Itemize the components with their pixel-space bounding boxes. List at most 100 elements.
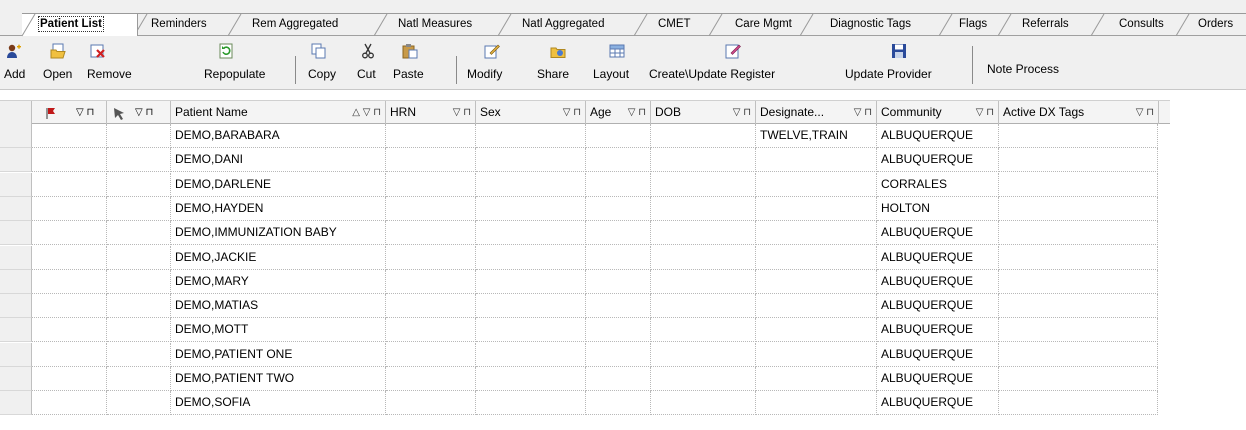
age-header[interactable]: Age ▽ ⊓ xyxy=(586,101,651,124)
pointer-cell[interactable] xyxy=(107,245,171,270)
table-row[interactable]: DEMO,DANI ALBUQUERQUE xyxy=(0,148,1158,173)
tab-natl-measures[interactable]: Natl Measures xyxy=(374,13,499,37)
patient-name-cell[interactable]: DEMO,BARABARA xyxy=(171,124,386,148)
note-process-label[interactable]: Note Process xyxy=(987,62,1059,76)
hrn-cell[interactable] xyxy=(386,367,476,391)
active-dx-tags-cell[interactable] xyxy=(999,269,1158,294)
active-dx-tags-cell[interactable] xyxy=(999,221,1158,246)
dob-cell[interactable] xyxy=(651,391,756,416)
modify-button[interactable]: Modify xyxy=(466,36,512,90)
age-cell[interactable] xyxy=(586,269,651,294)
active-dx-tags-cell[interactable] xyxy=(999,196,1158,221)
patient-name-cell[interactable]: DEMO,PATIENT TWO xyxy=(171,367,386,391)
designated-cell[interactable] xyxy=(756,245,877,270)
filter-pin-icon[interactable]: ▽ ⊓ xyxy=(563,101,581,124)
table-row[interactable]: DEMO,IMMUNIZATION BABY ALBUQUERQUE xyxy=(0,221,1158,246)
row-selector[interactable] xyxy=(0,172,32,197)
active-dx-tags-cell[interactable] xyxy=(999,245,1158,270)
active-dx-tags-cell[interactable] xyxy=(999,318,1158,343)
table-row[interactable]: DEMO,PATIENT TWO ALBUQUERQUE xyxy=(0,367,1158,391)
pointer-cell[interactable] xyxy=(107,196,171,221)
community-cell[interactable]: ALBUQUERQUE xyxy=(877,294,999,319)
sex-header[interactable]: Sex ▽ ⊓ xyxy=(476,101,586,124)
filter-pin-icon[interactable]: ▽ ⊓ xyxy=(854,101,872,124)
filter-pin-icon[interactable]: ▽ ⊓ xyxy=(76,101,94,124)
age-cell[interactable] xyxy=(586,172,651,197)
tab-natl-aggregated[interactable]: Natl Aggregated xyxy=(498,13,635,37)
tab-referrals[interactable]: Referrals xyxy=(998,13,1092,37)
flag-cell[interactable] xyxy=(32,196,107,221)
flag-cell[interactable] xyxy=(32,269,107,294)
sort-filter-pin-icon[interactable]: △ ▽ ⊓ xyxy=(352,101,381,124)
designated-cell[interactable] xyxy=(756,269,877,294)
designated-cell[interactable] xyxy=(756,294,877,319)
pointer-cell[interactable] xyxy=(107,148,171,173)
dob-cell[interactable] xyxy=(651,342,756,367)
sex-cell[interactable] xyxy=(476,124,586,148)
flag-cell[interactable] xyxy=(32,124,107,148)
hrn-cell[interactable] xyxy=(386,124,476,148)
hrn-cell[interactable] xyxy=(386,221,476,246)
community-header[interactable]: Community ▽ ⊓ xyxy=(877,101,999,124)
age-cell[interactable] xyxy=(586,391,651,416)
age-cell[interactable] xyxy=(586,124,651,148)
row-selector[interactable] xyxy=(0,196,32,221)
sex-cell[interactable] xyxy=(476,196,586,221)
layout-button[interactable]: Layout xyxy=(592,36,642,90)
table-row[interactable]: DEMO,MARY ALBUQUERQUE xyxy=(0,269,1158,294)
filter-pin-icon[interactable]: ▽ ⊓ xyxy=(976,101,994,124)
patient-name-cell[interactable]: DEMO,MOTT xyxy=(171,318,386,343)
active-dx-tags-header[interactable]: Active DX Tags ▽ ⊓ xyxy=(999,101,1159,124)
pointer-cell[interactable] xyxy=(107,318,171,343)
hrn-cell[interactable] xyxy=(386,342,476,367)
sex-cell[interactable] xyxy=(476,294,586,319)
designated-cell[interactable] xyxy=(756,148,877,173)
table-row[interactable]: DEMO,BARABARA TWELVE,TRAIN ALBUQUERQUE xyxy=(0,124,1158,148)
filter-pin-icon[interactable]: ▽ ⊓ xyxy=(135,101,153,124)
age-cell[interactable] xyxy=(586,294,651,319)
patient-name-cell[interactable]: DEMO,PATIENT ONE xyxy=(171,342,386,367)
community-cell[interactable]: ALBUQUERQUE xyxy=(877,269,999,294)
add-button[interactable]: Add xyxy=(4,36,34,90)
hrn-cell[interactable] xyxy=(386,391,476,416)
designated-cell[interactable] xyxy=(756,391,877,416)
create-update-register-button[interactable]: Create\Update Register xyxy=(649,36,825,90)
tab-consults[interactable]: Consults xyxy=(1091,13,1177,37)
age-cell[interactable] xyxy=(586,245,651,270)
sex-cell[interactable] xyxy=(476,391,586,416)
row-selector[interactable] xyxy=(0,148,32,173)
community-cell[interactable]: ALBUQUERQUE xyxy=(877,342,999,367)
sex-cell[interactable] xyxy=(476,342,586,367)
active-dx-tags-cell[interactable] xyxy=(999,342,1158,367)
flag-cell[interactable] xyxy=(32,221,107,246)
flag-cell[interactable] xyxy=(32,367,107,391)
designated-cell[interactable] xyxy=(756,318,877,343)
active-dx-tags-cell[interactable] xyxy=(999,148,1158,173)
dob-cell[interactable] xyxy=(651,367,756,391)
community-cell[interactable]: HOLTON xyxy=(877,196,999,221)
dob-cell[interactable] xyxy=(651,148,756,173)
tab-care-mgmt[interactable]: Care Mgmt xyxy=(709,13,801,37)
age-cell[interactable] xyxy=(586,318,651,343)
active-dx-tags-cell[interactable] xyxy=(999,172,1158,197)
patient-name-cell[interactable]: DEMO,DARLENE xyxy=(171,172,386,197)
table-row[interactable]: DEMO,MATIAS ALBUQUERQUE xyxy=(0,294,1158,319)
table-row[interactable]: DEMO,SOFIA ALBUQUERQUE xyxy=(0,391,1158,416)
age-cell[interactable] xyxy=(586,196,651,221)
table-row[interactable]: DEMO,JACKIE ALBUQUERQUE xyxy=(0,245,1158,270)
age-cell[interactable] xyxy=(586,221,651,246)
patient-name-cell[interactable]: DEMO,JACKIE xyxy=(171,245,386,270)
age-cell[interactable] xyxy=(586,148,651,173)
row-selector[interactable] xyxy=(0,318,32,343)
sex-cell[interactable] xyxy=(476,367,586,391)
designated-cell[interactable] xyxy=(756,196,877,221)
dob-cell[interactable] xyxy=(651,245,756,270)
dob-cell[interactable] xyxy=(651,269,756,294)
sex-cell[interactable] xyxy=(476,269,586,294)
patient-name-cell[interactable]: DEMO,SOFIA xyxy=(171,391,386,416)
copy-button[interactable]: Copy xyxy=(307,36,343,90)
pointer-cell[interactable] xyxy=(107,367,171,391)
patient-name-cell[interactable]: DEMO,IMMUNIZATION BABY xyxy=(171,221,386,246)
table-row[interactable]: DEMO,DARLENE CORRALES xyxy=(0,172,1158,197)
pointer-cell[interactable] xyxy=(107,342,171,367)
